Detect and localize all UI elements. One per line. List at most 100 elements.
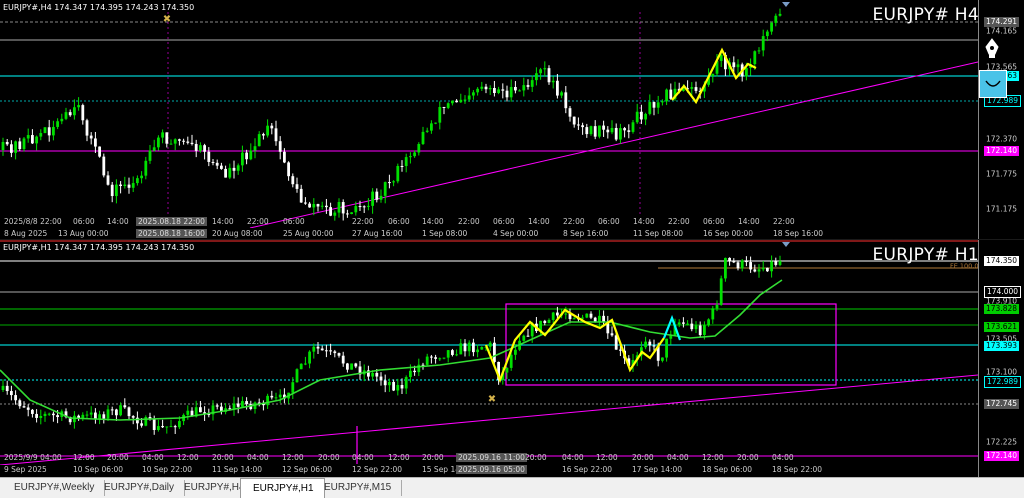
h1-candle-body bbox=[413, 370, 416, 373]
h4-candle-body bbox=[476, 88, 479, 93]
h1-candle-body bbox=[711, 308, 715, 320]
h4-candle-body bbox=[556, 80, 559, 96]
h1-candle-body bbox=[115, 409, 118, 416]
h4-time-tick-9: 14:00 bbox=[422, 217, 444, 226]
h1-candle-body bbox=[178, 421, 181, 428]
h4-candle-body bbox=[627, 130, 631, 132]
h1-candle-body bbox=[22, 406, 26, 408]
h1-candle-body bbox=[329, 350, 332, 352]
shift-triangle-icon bbox=[782, 2, 790, 7]
h4-candle-body bbox=[535, 73, 538, 81]
h4-candle-body bbox=[266, 125, 269, 136]
h4-candle-body bbox=[430, 123, 433, 131]
h1-candle-body bbox=[131, 416, 135, 418]
h1-price-label: 174.350 bbox=[984, 256, 1020, 266]
h1-candle-body bbox=[270, 395, 274, 398]
h4-candle-body bbox=[396, 165, 400, 182]
h4-candle-body bbox=[68, 112, 72, 116]
h4-price-axis[interactable]: 174.165173.565172.970172.370171.775171.1… bbox=[978, 0, 1024, 240]
h1-price-label: 173.621 bbox=[984, 322, 1020, 332]
h4-candle-body bbox=[110, 184, 114, 197]
h1-time-tick-7: 12:00 bbox=[282, 453, 304, 462]
h1-candle-body bbox=[774, 261, 778, 265]
h1-time-tick-1: 12:00 bbox=[73, 453, 95, 462]
h1-candle-body bbox=[425, 356, 429, 365]
h1-candle-body bbox=[761, 267, 765, 270]
h1-candle-body bbox=[665, 338, 668, 358]
h1-candle-body bbox=[236, 403, 240, 407]
h1-candle-body bbox=[610, 333, 614, 336]
h1-candle-body bbox=[308, 351, 311, 364]
h4-candle-body bbox=[329, 207, 332, 216]
h4-time-tick-12: 14:00 bbox=[528, 217, 550, 226]
h4-candle-body bbox=[161, 132, 164, 138]
h1-price-axis[interactable]: 173.910 173.505 173.100 172.225 174.350 174.0… bbox=[978, 240, 1024, 477]
h4-candle-body bbox=[501, 89, 505, 91]
tab-eurjpy-weekly[interactable]: EURJPY#,Weekly bbox=[2, 480, 106, 496]
h1-candle-body bbox=[547, 319, 551, 324]
h1-date-tick-1: 10 Sep 06:00 bbox=[73, 465, 124, 474]
h4-candle-body bbox=[593, 126, 597, 137]
h4-candle-body bbox=[472, 92, 475, 96]
h1-candle-body bbox=[707, 319, 710, 326]
h4-date-tick-4: 25 Aug 00:00 bbox=[283, 229, 334, 238]
h1-candle-body bbox=[698, 325, 702, 335]
h1-price-label: 173.828 bbox=[984, 304, 1020, 314]
h4-candle-body bbox=[417, 144, 421, 153]
h1-time-tick-0: 2025/9/9 04:00 bbox=[4, 453, 62, 462]
h4-candle-body bbox=[94, 138, 97, 147]
h1-price-label: 172.745 bbox=[984, 399, 1020, 409]
h4-price-label: 172.140 bbox=[984, 146, 1020, 156]
h4-candle-body bbox=[1, 142, 5, 150]
h1-chart-canvas[interactable]: ✖ bbox=[0, 240, 978, 465]
h4-time-tick-16: 22:00 bbox=[668, 217, 690, 226]
h4-price-tick: 172.370 bbox=[986, 134, 1018, 144]
h4-candle-body bbox=[22, 138, 26, 150]
h4-candle-body bbox=[220, 165, 223, 169]
h4-candle-body bbox=[182, 140, 185, 142]
h4-date-tick-0: 8 Aug 2025 bbox=[4, 229, 48, 238]
h1-candle-body bbox=[186, 410, 190, 415]
h4-candle-body bbox=[623, 128, 626, 131]
h4-candle-body bbox=[249, 150, 253, 160]
h4-time-tick-6: 06:00 bbox=[283, 217, 305, 226]
h4-time-tick-2: 14:00 bbox=[107, 217, 129, 226]
h4-candle-body bbox=[194, 143, 198, 151]
h1-time-tick-3: 04:00 bbox=[142, 453, 164, 462]
h4-price-tick: 174.165 bbox=[986, 26, 1018, 36]
h1-candle-body bbox=[585, 313, 589, 318]
h1-ohlc-info: EURJPY#,H1 174.347 174.395 174.243 174.3… bbox=[3, 243, 195, 252]
h4-time-tick-17: 06:00 bbox=[703, 217, 725, 226]
h1-candle-body bbox=[644, 341, 647, 348]
h4-chart-pane[interactable]: ✖ EURJPY#,H4 174.347 174.395 174.243 174… bbox=[0, 0, 1024, 240]
h4-candle-body bbox=[14, 141, 17, 153]
h4-candle-body bbox=[404, 157, 408, 166]
h1-candle-body bbox=[488, 342, 492, 347]
pen-tool-icon[interactable] bbox=[983, 38, 1001, 60]
tab-eurjpy-m15[interactable]: EURJPY#,M15 bbox=[312, 480, 403, 496]
h1-candle-body bbox=[346, 363, 349, 370]
h1-candle-body bbox=[400, 385, 404, 389]
h1-candle-body bbox=[724, 257, 727, 279]
h1-chart-pane[interactable]: ✖ EURJPY#,H1 174.347 174.395 174.243 174… bbox=[0, 240, 1024, 477]
h1-candle-body bbox=[215, 405, 219, 407]
h4-candle-body bbox=[371, 191, 374, 206]
h4-candle-body bbox=[10, 144, 13, 153]
h4-chart-canvas[interactable]: ✖ bbox=[0, 0, 978, 228]
h1-candle-body bbox=[127, 407, 131, 417]
h4-candle-body bbox=[278, 141, 282, 152]
h4-price-label: 174.291 bbox=[984, 17, 1020, 27]
h1-date-tick-9: 17 Sep 14:00 bbox=[632, 465, 683, 474]
h1-date-tick-2: 10 Sep 22:00 bbox=[142, 465, 193, 474]
h1-candle-body bbox=[430, 356, 433, 358]
h4-candle-body bbox=[400, 165, 404, 167]
smile-tool-icon[interactable] bbox=[979, 70, 1007, 98]
h1-candle-body bbox=[39, 415, 43, 418]
h4-candle-body bbox=[106, 175, 110, 185]
h1-candle-body bbox=[85, 414, 89, 416]
h1-candle-body bbox=[451, 350, 454, 355]
h4-candle-body bbox=[669, 89, 673, 99]
h1-date-tick-11: 18 Sep 22:00 bbox=[772, 465, 823, 474]
h4-candle-body bbox=[455, 100, 458, 103]
h4-candle-body bbox=[362, 206, 366, 208]
